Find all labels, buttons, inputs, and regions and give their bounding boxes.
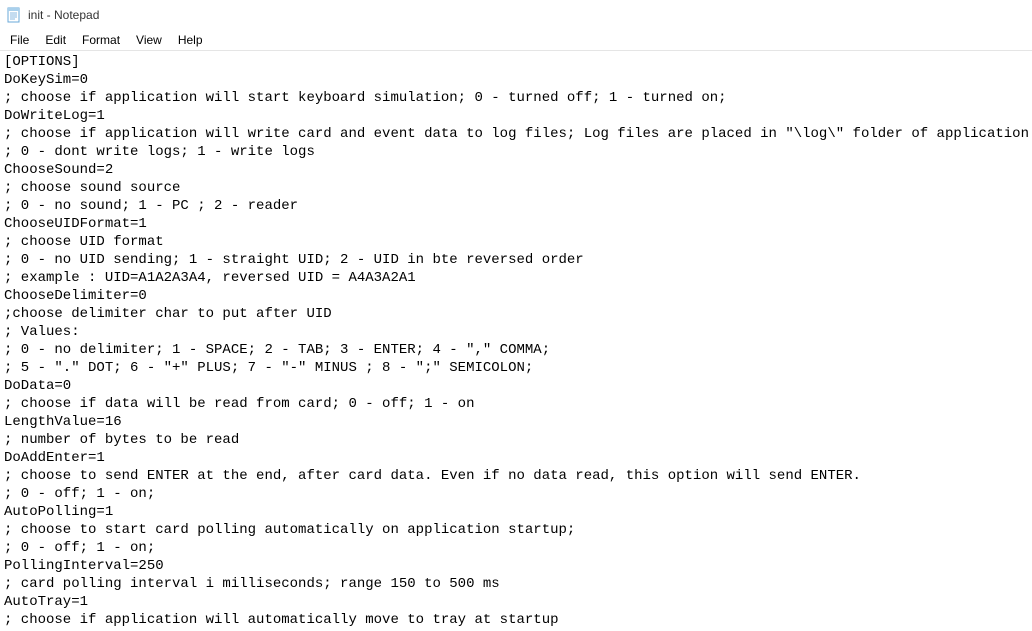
- menu-view[interactable]: View: [128, 31, 170, 49]
- menubar: File Edit Format View Help: [0, 30, 1032, 51]
- window-title: init - Notepad: [28, 8, 99, 22]
- text-editor[interactable]: [OPTIONS] DoKeySim=0 ; choose if applica…: [0, 51, 1032, 631]
- menu-edit[interactable]: Edit: [37, 31, 74, 49]
- menu-help[interactable]: Help: [170, 31, 211, 49]
- menu-file[interactable]: File: [2, 31, 37, 49]
- notepad-icon: [6, 7, 22, 23]
- titlebar: init - Notepad: [0, 0, 1032, 30]
- menu-format[interactable]: Format: [74, 31, 128, 49]
